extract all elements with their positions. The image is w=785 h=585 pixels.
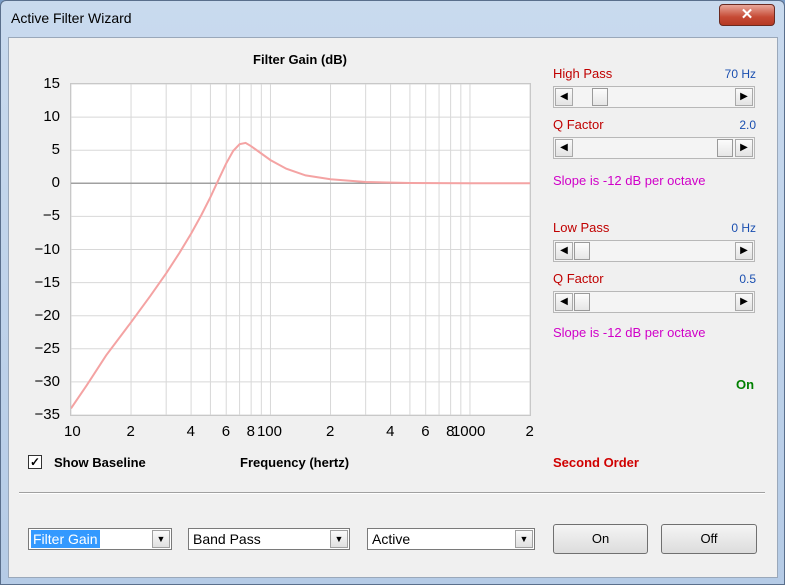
- lp-q-value: 0.5: [739, 272, 756, 286]
- window-title: Active Filter Wizard: [11, 10, 132, 26]
- scroll-left-arrow-icon[interactable]: ◀: [555, 242, 573, 260]
- mode-value: Active: [372, 531, 411, 547]
- scroll-right-arrow-icon[interactable]: ▶: [735, 293, 753, 311]
- filter-type-value: Band Pass: [193, 531, 261, 547]
- highpass-label: High Pass: [553, 66, 613, 81]
- hp-q-value: 2.0: [739, 118, 756, 132]
- y-tick-label: 15: [43, 75, 60, 92]
- scroll-right-arrow-icon[interactable]: ▶: [735, 88, 753, 106]
- scroll-right-arrow-icon[interactable]: ▶: [735, 242, 753, 260]
- close-button[interactable]: ✕: [719, 4, 775, 26]
- lowpass-scrollbar[interactable]: ◀ ▶: [553, 240, 755, 262]
- lp-q-label: Q Factor: [553, 271, 604, 286]
- chart-title: Filter Gain (dB): [253, 52, 347, 67]
- off-button[interactable]: Off: [661, 524, 757, 554]
- display-select[interactable]: Filter Gain ▼: [28, 528, 172, 550]
- filter-order-text: Second Order: [553, 455, 639, 470]
- x-tick-label: 2: [326, 423, 335, 440]
- show-baseline-label[interactable]: Show Baseline: [54, 455, 146, 470]
- x-tick-label: 2: [525, 423, 534, 440]
- x-tick-label: 6: [421, 423, 430, 440]
- title-bar[interactable]: Active Filter Wizard ✕: [1, 1, 784, 37]
- y-tick-label: −10: [34, 240, 60, 258]
- scroll-left-arrow-icon[interactable]: ◀: [555, 293, 573, 311]
- scroll-thumb[interactable]: [574, 293, 590, 311]
- highpass-value: 70 Hz: [724, 67, 756, 81]
- scroll-thumb[interactable]: [574, 242, 590, 260]
- plot-area: [70, 83, 531, 416]
- lp-slope-text: Slope is -12 dB per octave: [553, 325, 706, 340]
- x-axis-title: Frequency (hertz): [240, 455, 350, 470]
- filter-gain-chart: [71, 84, 530, 415]
- x-tick-label: 6: [221, 423, 231, 440]
- y-tick-label: 10: [43, 108, 60, 126]
- x-tick-label: 2: [126, 423, 135, 440]
- lp-q-scrollbar[interactable]: ◀ ▶: [553, 291, 755, 313]
- lowpass-value: 0 Hz: [731, 221, 756, 235]
- x-tick-label: 100: [256, 423, 282, 440]
- scroll-thumb[interactable]: [591, 88, 608, 106]
- chevron-down-icon[interactable]: ▼: [152, 530, 170, 548]
- y-tick-label: −30: [34, 372, 60, 390]
- x-tick-label: 1000: [451, 423, 486, 440]
- y-tick-label: −15: [34, 273, 60, 291]
- x-tick-label: 10: [64, 423, 81, 440]
- y-tick-label: 0: [51, 174, 60, 192]
- filter-type-select[interactable]: Band Pass ▼: [188, 528, 350, 550]
- y-tick-label: −20: [34, 306, 60, 324]
- hp-q-scrollbar[interactable]: ◀ ▶: [553, 137, 755, 159]
- highpass-scrollbar[interactable]: ◀ ▶: [553, 86, 755, 108]
- scroll-thumb[interactable]: [717, 139, 734, 157]
- on-button[interactable]: On: [553, 524, 648, 554]
- hp-q-label: Q Factor: [553, 117, 604, 132]
- y-tick-label: −5: [42, 207, 60, 225]
- x-tick-label: 8: [246, 423, 255, 440]
- lowpass-label: Low Pass: [553, 220, 610, 235]
- scroll-right-arrow-icon[interactable]: ▶: [735, 139, 753, 157]
- x-tick-label: 4: [386, 423, 395, 440]
- divider: [19, 492, 765, 494]
- chevron-down-icon[interactable]: ▼: [330, 530, 348, 548]
- x-tick-label: 4: [186, 423, 195, 440]
- hp-slope-text: Slope is -12 dB per octave: [553, 173, 706, 188]
- scroll-left-arrow-icon[interactable]: ◀: [555, 88, 573, 106]
- scroll-left-arrow-icon[interactable]: ◀: [555, 139, 573, 157]
- filter-status-text: On: [736, 377, 755, 392]
- display-select-value: Filter Gain: [31, 530, 100, 548]
- mode-select[interactable]: Active ▼: [367, 528, 535, 550]
- y-tick-label: −35: [34, 406, 60, 423]
- chevron-down-icon[interactable]: ▼: [515, 530, 533, 548]
- y-tick-label: −25: [34, 339, 60, 357]
- show-baseline-checkbox[interactable]: ✓: [28, 455, 42, 469]
- y-tick-label: 5: [51, 141, 60, 159]
